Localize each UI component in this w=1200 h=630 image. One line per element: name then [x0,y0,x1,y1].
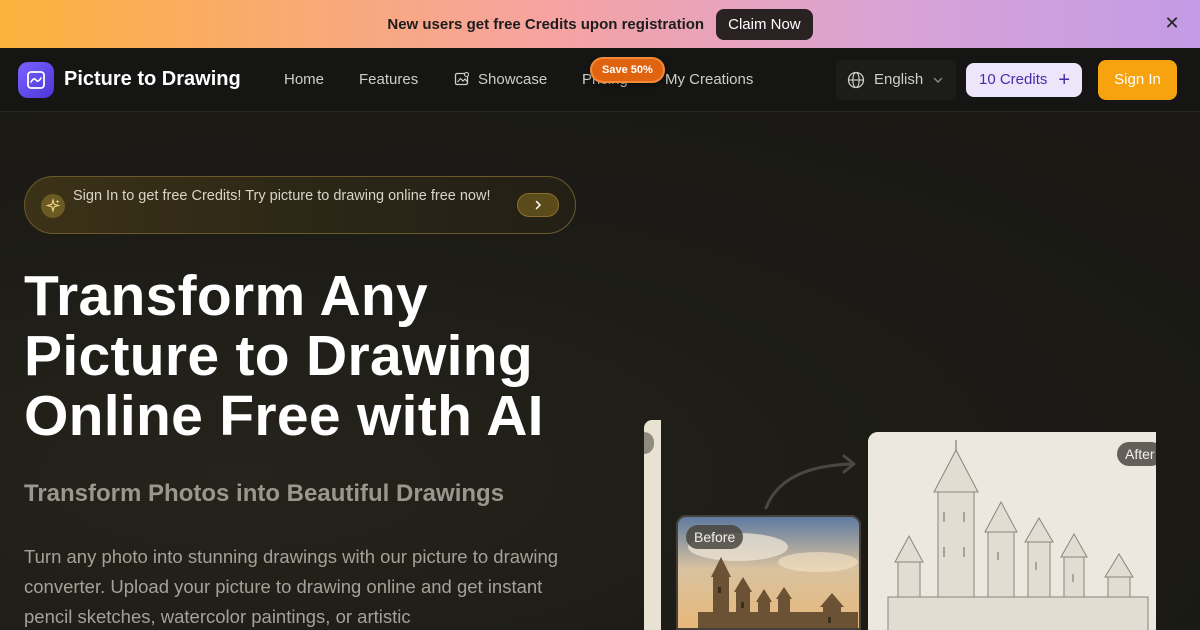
promo-banner: New users get free Credits upon registra… [0,0,1200,48]
language-selector[interactable]: English [836,60,956,100]
previous-example-card [644,420,661,630]
nav-home[interactable]: Home [284,71,324,88]
hero-title: Transform Any Picture to Drawing Online … [24,264,544,448]
plus-icon: + [1058,69,1070,91]
sparkle-icon [41,194,65,218]
before-label: Before [686,525,744,549]
nav-showcase[interactable]: Showcase [478,71,547,88]
brand-name[interactable]: Picture to Drawing [64,68,241,91]
globe-icon [847,71,865,89]
language-label: English [874,71,924,88]
claim-now-button[interactable]: Claim Now [716,8,813,40]
sign-in-button[interactable]: Sign In [1098,60,1177,100]
curved-arrow-icon [764,454,856,510]
credits-label: 10 Credits [979,71,1048,88]
hero-description: Turn any photo into stunning drawings wi… [24,546,559,627]
label-chip [644,432,654,454]
showcase-icon [454,71,470,86]
signin-promo-pill[interactable]: Sign In to get free Credits! Try picture… [24,176,576,234]
chevron-right-icon[interactable] [517,193,559,217]
banner-text: New users get free Credits upon registra… [387,15,705,33]
before-image: Before [676,515,861,630]
credits-button[interactable]: 10 Credits + [966,63,1082,97]
save-badge: Save 50% [590,57,665,83]
hero-subtitle: Transform Photos into Beautiful Drawings [24,480,505,507]
after-label: After [1117,442,1156,466]
after-image: After [868,432,1156,630]
logo-icon[interactable] [18,62,54,98]
nav-features[interactable]: Features [359,71,418,88]
promo-text: Sign In to get free Credits! Try picture… [73,188,491,204]
chevron-down-icon [933,77,943,83]
close-icon[interactable]: ✕ [1162,13,1182,33]
nav-my-creations[interactable]: My Creations [665,71,753,88]
